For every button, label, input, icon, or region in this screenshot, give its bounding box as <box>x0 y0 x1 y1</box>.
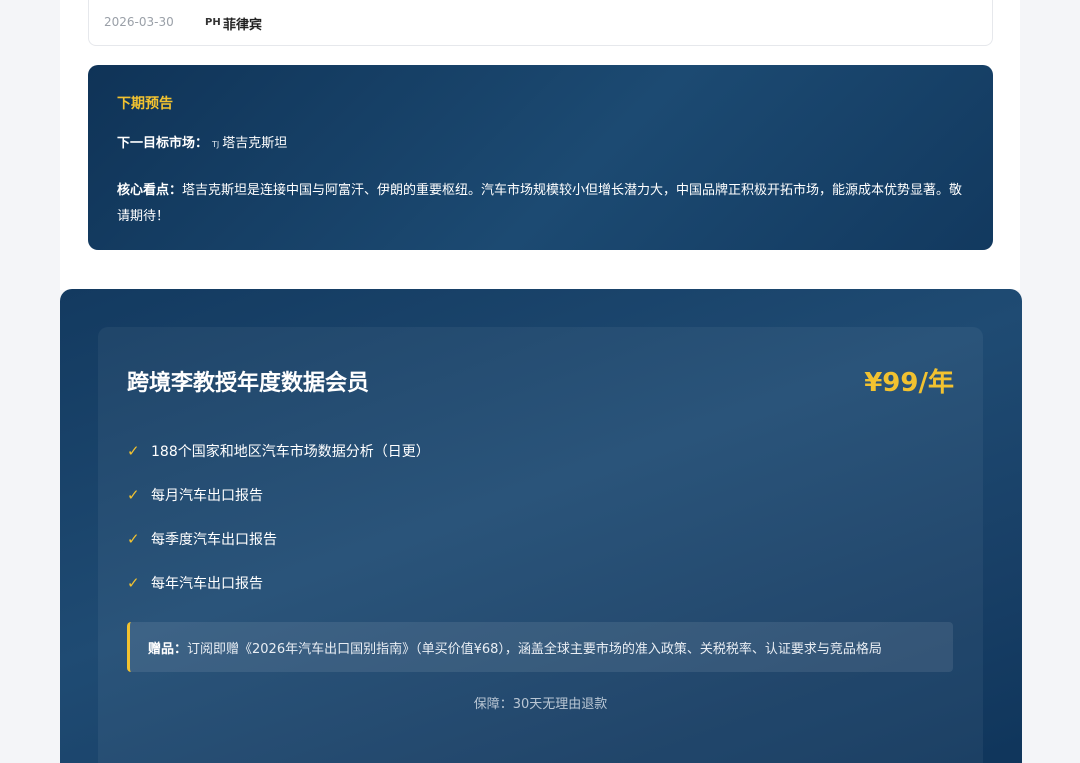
membership-section: 跨境李教授年度数据会员 ¥99/年 ✓ 188个国家和地区汽车市场数据分析（日更… <box>60 289 1022 763</box>
check-icon: ✓ <box>127 486 140 504</box>
next-target-label: 下一目标市场： <box>117 136 209 151</box>
next-target-line: 下一目标市场： TJ 塔吉克斯坦 <box>117 132 287 151</box>
feature-item: ✓ 每月汽车出口报告 <box>127 473 430 517</box>
feature-item: ✓ 188个国家和地区汽车市场数据分析（日更） <box>127 429 430 473</box>
feature-text: 每季度汽车出口报告 <box>151 532 277 548</box>
check-icon: ✓ <box>127 530 140 548</box>
gift-text: 订阅即赠《2026年汽车出口国别指南》（单买价值¥68），涵盖全球主要市场的准入… <box>187 641 882 657</box>
highlight-label: 核心看点： <box>117 183 183 198</box>
country-code: PH <box>205 17 221 28</box>
next-target-code: TJ <box>212 140 220 149</box>
feature-item: ✓ 每季度汽车出口报告 <box>127 517 430 561</box>
highlight-text: 塔吉克斯坦是连接中国与阿富汗、伊朗的重要枢纽。汽车市场规模较小但增长潜力大，中国… <box>117 183 963 224</box>
feature-text: 每年汽车出口报告 <box>151 576 263 592</box>
guarantee-text: 保障：30天无理由退款 <box>473 697 608 712</box>
gift-banner: 赠品： 订阅即赠《2026年汽车出口国别指南》（单买价值¥68），涵盖全球主要市… <box>127 622 953 672</box>
check-icon: ✓ <box>127 442 140 460</box>
feature-text: 188个国家和地区汽车市场数据分析（日更） <box>151 444 430 460</box>
highlight-line: 核心看点：塔吉克斯坦是连接中国与阿富汗、伊朗的重要枢纽。汽车市场规模较小但增长潜… <box>117 178 967 230</box>
next-issue-preview-card: 下期预告 下一目标市场： TJ 塔吉克斯坦 核心看点：塔吉克斯坦是连接中国与阿富汗、… <box>88 65 993 250</box>
feature-item: ✓ 每年汽车出口报告 <box>127 561 430 605</box>
schedule-row[interactable]: 2026-03-30 PH 菲律宾 <box>88 0 993 46</box>
membership-title: 跨境李教授年度数据会员 <box>127 371 370 396</box>
preview-title: 下期预告 <box>117 96 173 112</box>
schedule-date: 2026-03-30 <box>104 15 174 29</box>
feature-text: 每月汽车出口报告 <box>151 488 263 504</box>
gift-label: 赠品： <box>148 641 188 657</box>
feature-list: ✓ 188个国家和地区汽车市场数据分析（日更） ✓ 每月汽车出口报告 ✓ 每季度… <box>127 429 430 605</box>
membership-card[interactable]: 跨境李教授年度数据会员 ¥99/年 ✓ 188个国家和地区汽车市场数据分析（日更… <box>98 327 983 763</box>
next-target-country: 塔吉克斯坦 <box>222 136 288 151</box>
check-icon: ✓ <box>127 574 140 592</box>
membership-price: ¥99/年 <box>864 368 954 398</box>
country-name: 菲律宾 <box>223 18 263 33</box>
